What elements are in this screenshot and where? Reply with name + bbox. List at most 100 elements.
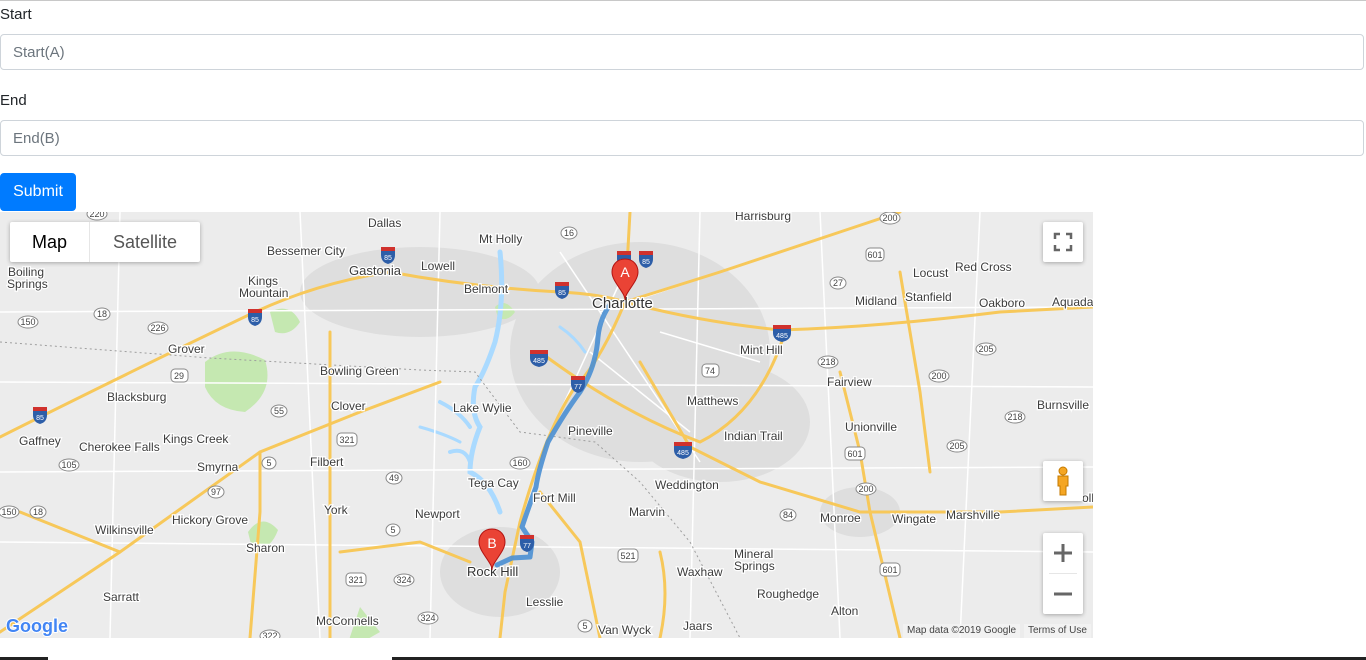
submit-button[interactable]: Submit [0,173,76,211]
label-lake-wylie: Lake Wylie [453,401,512,415]
label-wilkinsville: Wilkinsville [95,523,154,537]
label-york: York [324,503,349,517]
svg-text:85: 85 [251,317,259,324]
svg-text:16: 16 [564,228,574,238]
map-type-control: Map Satellite [10,222,201,262]
label-cherokee-falls: Cherokee Falls [79,440,160,454]
label-pineville: Pineville [568,424,613,438]
map-type-satellite-button[interactable]: Satellite [89,222,200,262]
svg-text:85: 85 [384,255,392,262]
start-label: Start [0,6,32,23]
svg-text:205: 205 [978,344,993,354]
label-marvin: Marvin [629,505,665,519]
label-oakboro: Oakboro [979,296,1025,310]
svg-text:521: 521 [620,551,635,561]
label-van-wyck: Van Wyck [598,623,652,637]
label-grover: Grover [168,342,205,356]
label-newport: Newport [415,507,460,521]
label-sarratt: Sarratt [103,590,140,604]
label-wingate: Wingate [892,512,936,526]
end-input[interactable] [0,120,1364,156]
start-input[interactable] [0,34,1364,70]
label-alton: Alton [831,604,858,618]
svg-text:322: 322 [262,631,277,638]
label-lesslie: Lesslie [526,595,564,609]
fullscreen-button[interactable] [1043,222,1083,262]
end-label: End [0,92,27,109]
map-canvas[interactable]: 85 85 85 85 77 85 485 485 485 77 77 220 … [0,212,1093,638]
svg-text:49: 49 [389,473,399,483]
svg-text:321: 321 [339,435,354,445]
zoom-in-button[interactable] [1043,533,1083,573]
label-lowell: Lowell [421,259,455,273]
svg-text:485: 485 [533,358,545,365]
label-mineral-2: Springs [734,559,775,573]
marker-b-label: B [487,535,496,551]
svg-text:150: 150 [1,507,16,517]
label-gastonia: Gastonia [349,263,402,278]
map-type-map-button[interactable]: Map [10,222,89,262]
label-burnsville: Burnsville [1037,398,1089,412]
label-filbert: Filbert [310,455,344,469]
fullscreen-icon [1053,232,1073,252]
svg-text:27: 27 [833,278,843,288]
label-red-cross: Red Cross [955,260,1012,274]
svg-text:5: 5 [582,621,587,631]
svg-text:226: 226 [150,323,165,333]
label-unionville: Unionville [845,420,897,434]
map-data-attribution: Map data ©2019 Google [903,624,1021,638]
label-marshville: Marshville [946,508,1000,522]
svg-text:321: 321 [348,575,363,585]
label-mint-hill: Mint Hill [740,343,783,357]
svg-text:218: 218 [1007,412,1022,422]
svg-text:85: 85 [642,259,650,266]
zoom-control [1043,533,1083,614]
svg-text:97: 97 [211,487,221,497]
label-polkton: oll [1082,491,1093,505]
label-charlotte: Charlotte [592,295,653,312]
label-harrisburg: Harrisburg [735,212,791,223]
svg-text:55: 55 [274,406,284,416]
label-indian-trail: Indian Trail [724,429,783,443]
label-dallas: Dallas [368,216,401,230]
label-bessemer-city: Bessemer City [267,244,345,258]
label-stanfield: Stanfield [905,290,952,304]
map-tiles[interactable]: 85 85 85 85 77 85 485 485 485 77 77 220 … [0,212,1093,638]
zoom-out-icon [1054,592,1072,596]
svg-text:485: 485 [677,450,689,457]
label-fairview: Fairview [827,375,872,389]
label-belmont: Belmont [464,282,509,296]
svg-text:601: 601 [882,565,897,575]
label-locust: Locust [913,266,949,280]
street-view-button[interactable] [1043,461,1083,501]
svg-text:324: 324 [396,575,411,585]
svg-text:85: 85 [36,415,44,422]
svg-text:105: 105 [61,460,76,470]
svg-text:601: 601 [867,250,882,260]
label-roughedge: Roughedge [757,587,819,601]
svg-text:200: 200 [858,484,873,494]
svg-text:77: 77 [574,384,582,391]
svg-text:84: 84 [783,510,793,520]
zoom-in-icon [1054,544,1072,562]
label-tega-cay: Tega Cay [468,476,519,490]
pegman-icon [1057,466,1069,496]
svg-text:150: 150 [20,317,35,327]
svg-text:220: 220 [89,212,104,219]
svg-text:18: 18 [33,507,43,517]
svg-text:74: 74 [705,366,715,376]
terms-of-use-link[interactable]: Terms of Use [1024,624,1091,638]
label-monroe: Monroe [820,511,861,525]
zoom-out-button[interactable] [1043,574,1083,614]
label-kings-2: Mountain [239,286,288,300]
label-mt-holly: Mt Holly [479,232,522,246]
label-midland: Midland [855,294,897,308]
label-matthews: Matthews [687,394,738,408]
label-fort-mill: Fort Mill [533,491,576,505]
label-smyrna: Smyrna [197,460,239,474]
svg-text:324: 324 [420,613,435,623]
svg-text:5: 5 [266,458,271,468]
label-waxhaw: Waxhaw [677,565,723,579]
svg-text:18: 18 [97,309,107,319]
svg-text:200: 200 [931,371,946,381]
